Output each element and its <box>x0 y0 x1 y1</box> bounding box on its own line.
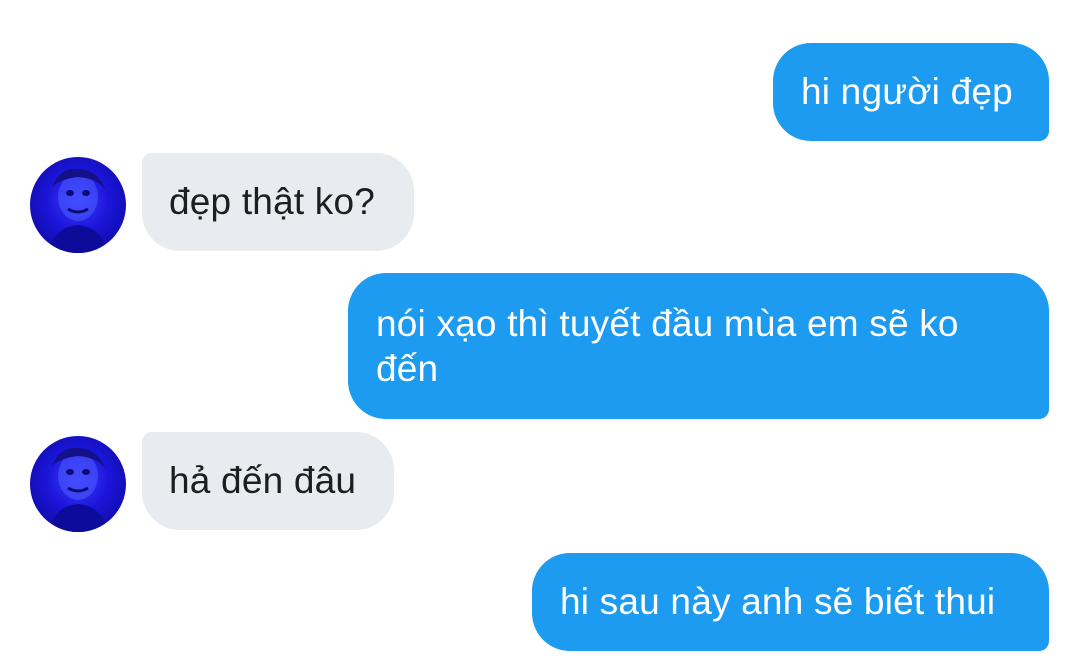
message-bubble-received[interactable]: đẹp thật ko? <box>142 153 414 251</box>
message-text: đẹp thật ko? <box>169 181 376 222</box>
contact-avatar-icon[interactable] <box>30 157 126 253</box>
message-text: hi sau này anh sẽ biết thui <box>560 581 996 622</box>
message-text: nói xạo thì tuyết đầu mùa em sẽ ko đến <box>376 303 959 389</box>
avatar-portrait-icon <box>48 168 108 253</box>
message-text: hi người đẹp <box>801 71 1013 112</box>
message-bubble-sent[interactable]: hi người đẹp <box>773 43 1049 141</box>
avatar-portrait-icon <box>48 447 108 532</box>
message-bubble-sent[interactable]: hi sau này anh sẽ biết thui <box>532 553 1049 651</box>
message-thread: hi người đẹp đẹp thật ko? nói xạo thì tu… <box>0 0 1080 669</box>
message-bubble-sent[interactable]: nói xạo thì tuyết đầu mùa em sẽ ko đến <box>348 273 1049 419</box>
message-bubble-received[interactable]: hả đến đâu <box>142 432 394 530</box>
message-text: hả đến đâu <box>169 460 357 501</box>
contact-avatar-icon[interactable] <box>30 436 126 532</box>
